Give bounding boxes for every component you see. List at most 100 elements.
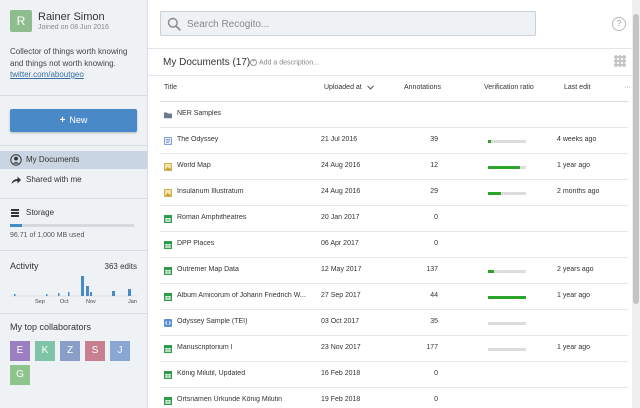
document-uploaded: 24 Aug 2016 <box>321 162 361 169</box>
column-header-annotations[interactable]: Annotations <box>404 84 441 91</box>
verification-bar <box>488 140 526 143</box>
collaborator-avatar[interactable]: J <box>110 341 130 361</box>
table-row[interactable]: Ortsnamen Urkunde König Milutin 19 Feb 20… <box>160 388 628 408</box>
table-document-icon <box>164 345 172 353</box>
twitter-link[interactable]: twitter.com/aboutgeo <box>10 70 84 79</box>
document-annotations: 35 <box>430 318 438 325</box>
verification-bar <box>488 348 526 351</box>
activity-bar <box>46 294 48 296</box>
table-document-icon <box>164 293 172 301</box>
verification-bar-fill <box>488 140 492 143</box>
collaborator-avatar[interactable]: Z <box>60 341 80 361</box>
activity-month-label: Jan <box>128 299 137 305</box>
document-title[interactable]: Manuscriptorium I <box>177 344 317 351</box>
document-annotations: 39 <box>430 136 438 143</box>
document-title[interactable]: World Map <box>177 162 317 169</box>
activity-bar <box>112 291 115 296</box>
image-document-icon <box>164 189 172 197</box>
document-title[interactable]: Ortsnamen Urkunde König Milutin <box>177 396 317 403</box>
help-icon[interactable]: ? <box>612 17 626 31</box>
text-document-icon <box>164 137 172 145</box>
table-row[interactable]: Roman Amphitheatres 20 Jan 2017 0 <box>160 206 628 232</box>
scrollbar-thumb[interactable] <box>633 14 639 304</box>
search-input[interactable] <box>187 15 527 33</box>
activity-month-label: Oct <box>60 299 69 305</box>
column-header-uploaded[interactable]: Uploaded at <box>324 84 374 91</box>
new-document-button[interactable]: + New <box>10 109 137 132</box>
document-title[interactable]: König Milutil, Updated <box>177 370 317 377</box>
user-name[interactable]: Rainer Simon <box>38 11 105 23</box>
document-annotations: 44 <box>430 292 438 299</box>
grid-view-icon[interactable] <box>614 55 626 67</box>
table-row[interactable]: World Map 24 Aug 2016 12 1 year ago <box>160 154 628 180</box>
storage-usage-text: 96.71 of 1,000 MB used <box>10 232 85 239</box>
table-row[interactable]: Insularium Illustratum 24 Aug 2016 29 2 mon… <box>160 180 628 206</box>
column-header-label: Uploaded at <box>324 84 362 91</box>
main-content: ? My Documents (17) +Add a description..… <box>148 0 640 408</box>
document-uploaded: 23 Nov 2017 <box>321 344 361 351</box>
document-last-edit: 1 year ago <box>557 292 591 299</box>
table-row[interactable]: Manuscriptorium I 23 Nov 2017 177 1 year ag… <box>160 336 628 362</box>
search-box[interactable] <box>160 11 536 36</box>
table-row[interactable]: Odyssey Sample (TEI) 03 Oct 2017 35 <box>160 310 628 336</box>
document-last-edit: 4 weeks ago <box>557 136 597 143</box>
document-last-edit: 2 years ago <box>557 266 594 273</box>
document-annotations: 177 <box>426 344 438 351</box>
table-row[interactable]: DPP Places 06 Apr 2017 0 <box>160 232 628 258</box>
collaborators-title: My top collaborators <box>10 322 92 332</box>
collaborator-avatar[interactable]: K <box>35 341 55 361</box>
document-title[interactable]: Outremer Map Data <box>177 266 317 273</box>
app: R Rainer Simon Joined on 08 Jun 2016 Col… <box>0 0 640 408</box>
document-annotations: 0 <box>434 370 438 377</box>
document-annotations: 29 <box>430 188 438 195</box>
table-row[interactable]: NER Samples <box>160 102 628 128</box>
table-document-icon <box>164 397 172 405</box>
nav-shared-with-me[interactable]: Shared with me <box>0 171 147 189</box>
activity-count: 363 edits <box>104 262 137 271</box>
document-title[interactable]: The Odyssey <box>177 136 317 143</box>
verification-bar-fill <box>488 296 526 299</box>
new-button-label: New <box>69 115 88 125</box>
collaborator-avatar[interactable]: E <box>10 341 30 361</box>
collaborator-avatar[interactable]: G <box>10 365 30 385</box>
column-options-icon[interactable]: ··· <box>624 84 631 91</box>
column-header-title[interactable]: Title <box>164 84 177 91</box>
document-title[interactable]: Album Amicorum of Johann Friedrich W... <box>177 292 317 299</box>
document-title[interactable]: DPP Places <box>177 240 317 247</box>
verification-bar-fill <box>488 166 521 169</box>
nav-my-documents[interactable]: My Documents <box>0 151 147 169</box>
add-description-label: Add a description... <box>259 59 319 67</box>
sort-desc-icon <box>366 85 374 90</box>
avatar[interactable]: R <box>10 10 32 32</box>
document-uploaded: 16 Feb 2018 <box>321 370 361 377</box>
verification-bar-fill <box>488 192 502 195</box>
user-bio: Collector of things worth knowing and th… <box>10 47 128 68</box>
document-title[interactable]: Roman Amphitheatres <box>177 214 317 221</box>
document-title[interactable]: Odyssey Sample (TEI) <box>177 318 317 325</box>
document-title[interactable]: NER Samples <box>177 110 317 117</box>
activity-bar <box>68 292 70 296</box>
document-annotations: 0 <box>434 396 438 403</box>
table-document-icon <box>164 267 172 275</box>
table-row[interactable]: Outremer Map Data 12 May 2017 137 2 years a… <box>160 258 628 284</box>
nav-label: My Documents <box>26 155 80 164</box>
table-row[interactable]: König Milutil, Updated 16 Feb 2018 0 <box>160 362 628 388</box>
verification-bar <box>488 192 526 195</box>
nav-label: Shared with me <box>26 175 82 184</box>
user-circle-icon <box>10 154 22 166</box>
document-title[interactable]: Insularium Illustratum <box>177 188 317 195</box>
document-annotations: 137 <box>426 266 438 273</box>
add-description-link[interactable]: + Add a description... <box>250 59 319 66</box>
document-uploaded: 06 Apr 2017 <box>321 240 359 247</box>
activity-chart: Sep Oct Nov Jan <box>10 276 138 305</box>
plus-circle-icon: + <box>250 59 257 66</box>
column-header-last-edit[interactable]: Last edit <box>564 84 590 91</box>
table-row[interactable]: The Odyssey 21 Jul 2016 39 4 weeks ago <box>160 128 628 154</box>
collaborator-avatar[interactable]: S <box>85 341 105 361</box>
activity-month-label: Nov <box>86 299 96 305</box>
table-row[interactable]: Album Amicorum of Johann Friedrich W... 2… <box>160 284 628 310</box>
table-document-icon <box>164 371 172 379</box>
verification-bar <box>488 166 526 169</box>
column-header-verification[interactable]: Verification ratio <box>484 84 534 91</box>
scrollbar[interactable] <box>632 0 640 408</box>
